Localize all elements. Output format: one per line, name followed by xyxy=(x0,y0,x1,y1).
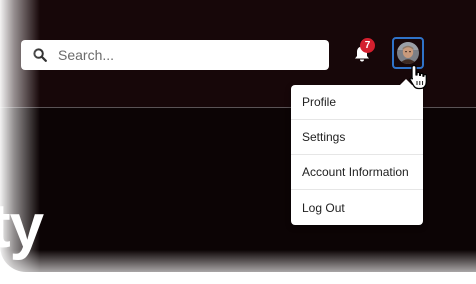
menu-item-profile[interactable]: Profile xyxy=(291,85,423,120)
hero-headline-fragment: ty xyxy=(0,192,44,261)
user-dropdown-menu: Profile Settings Account Information Log… xyxy=(291,79,423,225)
menu-item-settings[interactable]: Settings xyxy=(291,120,423,155)
avatar xyxy=(397,42,419,64)
search-icon xyxy=(33,48,47,62)
notifications-button[interactable]: 7 xyxy=(350,38,376,66)
menu-item-account-information[interactable]: Account Information xyxy=(291,155,423,190)
search-input[interactable] xyxy=(58,47,308,63)
app-area: ty 7 xyxy=(0,0,476,272)
screenshot-frame: ty 7 xyxy=(0,0,476,284)
search-box[interactable] xyxy=(21,40,329,70)
hand-pointer-icon xyxy=(409,64,427,90)
notification-count-badge: 7 xyxy=(360,38,375,53)
menu-item-log-out[interactable]: Log Out xyxy=(291,190,423,225)
